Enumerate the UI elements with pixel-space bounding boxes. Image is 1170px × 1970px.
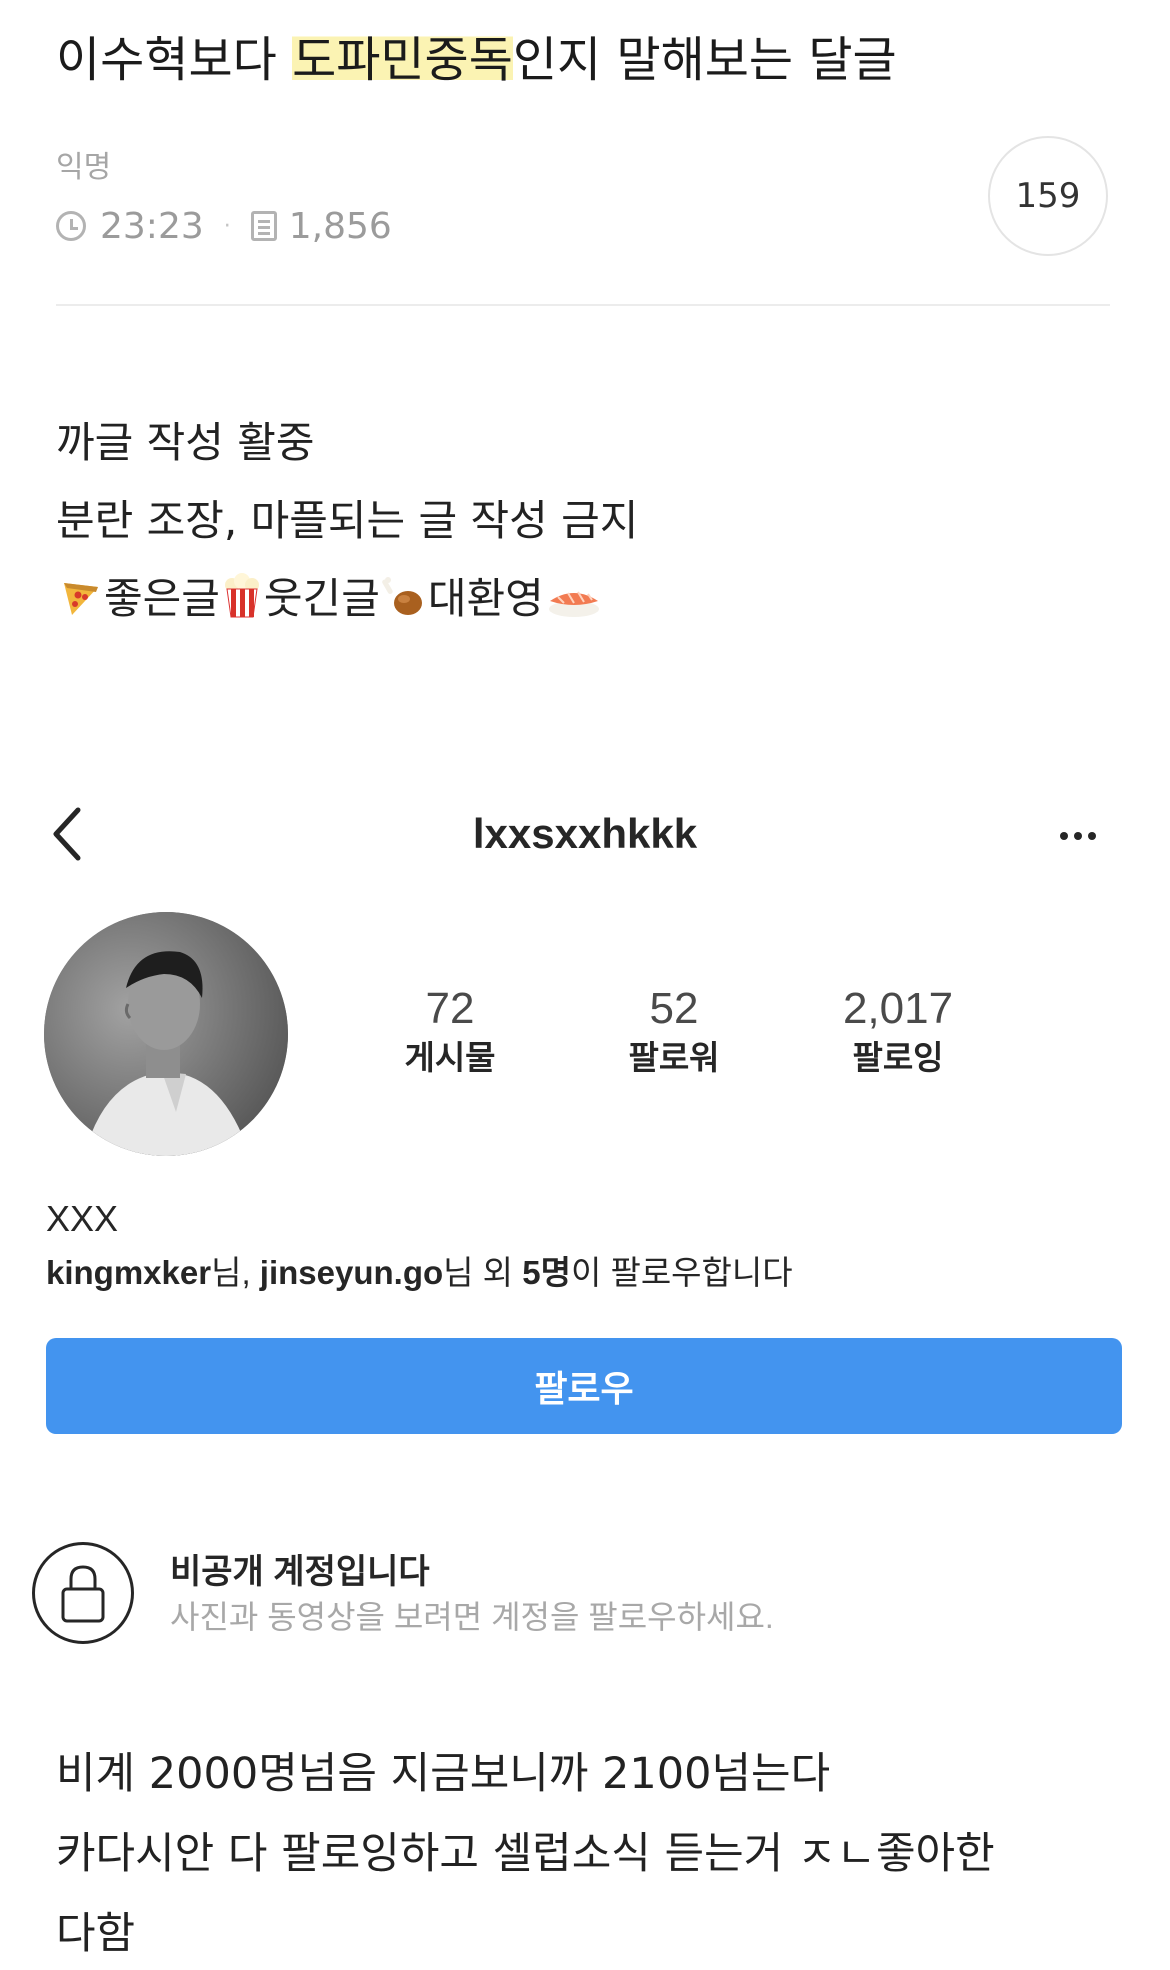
board-rules: 까글 작성 활중 분란 조장, 마플되는 글 작성 금지 좋은글 웃긴글 대환영: [56, 404, 638, 638]
body-line-1: 비계 2000명넘음 지금보니까 2100넘는다: [56, 1749, 831, 1799]
post-title-suffix: 인지 말해보는 달글: [512, 32, 897, 88]
follower-user-1: kingmxker: [46, 1254, 212, 1291]
clock-icon: [56, 211, 86, 241]
chicken-leg-icon: [382, 577, 422, 615]
followed-by-tail: 이 팔로우합니다: [570, 1254, 793, 1291]
private-account-title: 비공개 계정입니다: [170, 1553, 430, 1591]
profile-avatar[interactable]: [44, 912, 288, 1156]
profile-name: XXX: [46, 1198, 119, 1239]
post-meta: 23:23 · 1,856: [56, 204, 392, 248]
private-account-badge: [32, 1542, 134, 1644]
post-body: 비계 2000명넘음 지금보니까 2100넘는다 카다시안 다 팔로잉하고 셀럽…: [56, 1734, 995, 1970]
post-views: 1,856: [288, 205, 392, 247]
popcorn-icon: [224, 573, 259, 618]
profile-username: lxxsxxhkkk: [472, 810, 698, 857]
post-title-prefix: 이수혁보다: [56, 32, 293, 88]
stat-posts[interactable]: 72 게시물: [350, 984, 550, 1082]
rule-good-post: 좋은글: [104, 574, 220, 623]
followed-by-text[interactable]: kingmxker님, jinseyun.go님 외 5명이 팔로우합니다: [46, 1246, 793, 1294]
follower-user-2: jinseyun.go: [259, 1254, 444, 1291]
views-icon: [250, 211, 277, 241]
stat-following[interactable]: 2,017 팔로잉: [798, 984, 998, 1082]
post-time: 23:23: [100, 205, 204, 247]
pizza-icon: [64, 583, 98, 615]
profile-photo: [44, 912, 288, 1156]
sushi-icon: [548, 591, 599, 617]
private-account-subtitle: 사진과 동영상을 보려면 계정을 팔로우하세요.: [170, 1599, 774, 1635]
comment-count-button[interactable]: 159: [988, 136, 1108, 256]
rule-line-2: 분란 조장, 마플되는 글 작성 금지: [56, 496, 639, 545]
body-line-3: 다함: [56, 1909, 136, 1959]
divider: [56, 304, 1110, 306]
stat-posts-value: 72: [425, 984, 475, 1033]
stat-followers-value: 52: [649, 984, 699, 1033]
stat-followers-label: 팔로워: [628, 1039, 720, 1076]
follower-count: 5명: [522, 1254, 571, 1291]
rule-line-3: 좋은글 웃긴글 대환영: [56, 560, 638, 638]
comment-count: 159: [1015, 176, 1081, 216]
followed-by-sep-2: 님 외: [443, 1254, 523, 1291]
post-title-highlight: 도파민중독: [292, 32, 513, 88]
rule-line-1: 까글 작성 활중: [56, 418, 315, 467]
post-author: 익명: [56, 150, 112, 185]
rule-welcome: 대환영: [427, 574, 544, 623]
stat-followers[interactable]: 52 팔로워: [574, 984, 774, 1082]
rule-funny-post: 웃긴글: [263, 574, 380, 623]
body-line-2: 카다시안 다 팔로잉하고 셀럽소식 듣는거 ㅈㄴ좋아한: [56, 1829, 995, 1879]
followed-by-sep-1: 님,: [211, 1254, 260, 1291]
lock-icon: [61, 1565, 105, 1623]
post-title: 이수혁보다 도파민중독인지 말해보는 달글: [56, 28, 897, 92]
follow-button[interactable]: 팔로우: [46, 1338, 1122, 1434]
meta-separator: ·: [223, 213, 231, 239]
more-options-icon[interactable]: [1060, 832, 1096, 840]
stat-posts-label: 게시물: [404, 1039, 496, 1076]
stat-following-value: 2,017: [842, 984, 954, 1033]
stat-following-label: 팔로잉: [852, 1039, 944, 1076]
